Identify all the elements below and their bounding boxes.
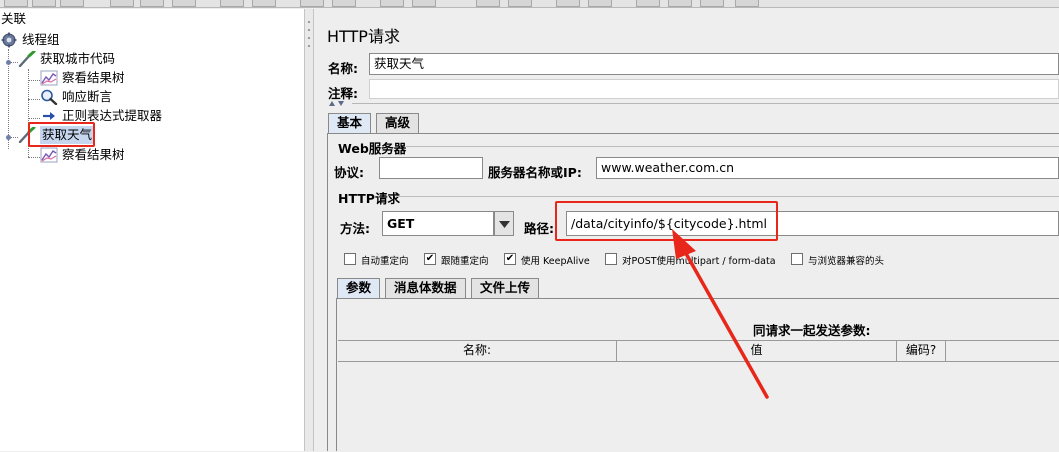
tree-item-label: 线程组 <box>22 32 60 47</box>
toolbar-button[interactable] <box>380 0 404 7</box>
toolbar-button[interactable] <box>588 0 612 7</box>
protocol-field[interactable] <box>379 157 483 179</box>
tree-item-label: 察看结果树 <box>62 147 125 162</box>
auto-redirect-checkbox[interactable] <box>344 253 356 265</box>
follow-redirect-checkbox[interactable]: ✔ <box>424 253 436 265</box>
toolbar-button[interactable] <box>110 0 134 7</box>
toolbar-button[interactable] <box>60 0 84 7</box>
method-dropdown-button[interactable] <box>494 211 514 236</box>
toolbar-button[interactable] <box>412 0 436 7</box>
chevron-down-icon <box>499 221 510 228</box>
toolbar-button[interactable] <box>556 0 580 7</box>
keepalive-checkbox[interactable]: ✔ <box>504 253 516 265</box>
toolbar <box>0 0 1059 8</box>
annotation-arrow-icon <box>672 229 769 399</box>
tree-connector <box>28 80 40 81</box>
section-line <box>406 146 1059 147</box>
splitter-grip <box>308 37 310 39</box>
chart-icon <box>40 147 58 163</box>
panel-title: HTTP请求 <box>327 27 400 46</box>
checkbox-label: 跟随重定向 <box>441 256 489 267</box>
splitter-grip <box>308 29 310 31</box>
name-label: 名称: <box>328 61 358 76</box>
panel-splitter[interactable] <box>304 9 314 451</box>
tab-basic[interactable]: 基本 <box>328 113 372 133</box>
name-field[interactable]: 获取天气 <box>369 53 1059 75</box>
checkbox-label: 自动重定向 <box>361 256 409 267</box>
protocol-label: 协议: <box>334 165 364 180</box>
web-server-section-label: Web服务器 <box>338 141 407 156</box>
tab-parameters[interactable]: 参数 <box>337 278 381 298</box>
checkbox-label: 与浏览器兼容的头 <box>808 256 885 267</box>
toolbar-button[interactable] <box>220 0 244 7</box>
toolbar-button[interactable] <box>252 0 276 7</box>
expand-toggle-icon[interactable] <box>5 134 12 141</box>
column-header-name[interactable]: 名称: <box>338 341 617 361</box>
tree-item-label: 察看结果树 <box>62 70 125 85</box>
toolbar-button[interactable] <box>636 0 660 7</box>
tree-root[interactable]: 关联 <box>0 10 60 28</box>
toolbar-button[interactable] <box>32 0 56 7</box>
pipette-icon <box>18 51 36 67</box>
tree-connector <box>28 157 40 158</box>
tab-body-data[interactable]: 消息体数据 <box>385 278 466 298</box>
tree-item-response-assertion[interactable]: 响应断言 <box>40 88 170 106</box>
chart-icon <box>40 70 58 86</box>
server-label: 服务器名称或IP: <box>488 165 582 180</box>
test-plan-tree: 关联 线程组 获取城市代码 察看结果树 响应断言 正则表达式提取器 获取天气 察… <box>0 9 304 451</box>
expand-toggle-icon[interactable] <box>5 59 12 66</box>
multipart-checkbox[interactable] <box>605 253 617 265</box>
toolbar-button[interactable] <box>172 0 196 7</box>
server-field[interactable]: www.weather.com.cn <box>596 157 1059 179</box>
toolbar-button[interactable] <box>735 0 759 7</box>
tree-item-thread-group[interactable]: 线程组 <box>0 31 120 49</box>
method-label: 方法: <box>340 221 370 236</box>
tree-item-view-results-tree[interactable]: 察看结果树 <box>40 146 170 164</box>
toolbar-button[interactable] <box>140 0 164 7</box>
highlight-box <box>28 122 95 147</box>
collapse-arrows-icon[interactable] <box>328 100 352 107</box>
method-select[interactable]: GET <box>382 211 494 236</box>
tree-item-label: 获取城市代码 <box>40 51 116 66</box>
gear-icon <box>1 32 17 48</box>
tree-root-label: 关联 <box>1 11 27 26</box>
tab-file-upload[interactable]: 文件上传 <box>471 278 540 298</box>
column-header-encode[interactable]: 编码? <box>897 341 946 361</box>
tree-item-get-city-code[interactable]: 获取城市代码 <box>18 50 168 68</box>
browser-headers-checkbox[interactable] <box>791 253 803 265</box>
toolbar-button[interactable] <box>668 0 692 7</box>
comment-field[interactable] <box>369 79 1059 99</box>
column-header-extra[interactable] <box>946 341 1059 361</box>
toolbar-button[interactable] <box>300 0 324 7</box>
path-label: 路径: <box>524 221 554 236</box>
splitter-grip <box>308 21 310 23</box>
magnifier-icon <box>41 89 58 105</box>
toolbar-button[interactable] <box>4 0 28 7</box>
section-line <box>396 196 1059 197</box>
tree-item-view-results-tree[interactable]: 察看结果树 <box>40 69 170 87</box>
toolbar-button[interactable] <box>700 0 724 7</box>
tree-connector <box>28 118 40 119</box>
splitter-grip <box>308 45 310 47</box>
tree-item-label: 响应断言 <box>62 89 113 104</box>
divider <box>352 103 1059 104</box>
toolbar-button[interactable] <box>508 0 532 7</box>
checkbox-label: 使用 KeepAlive <box>521 256 590 267</box>
toolbar-button[interactable] <box>332 0 356 7</box>
tab-advanced[interactable]: 高级 <box>376 113 420 133</box>
toolbar-button[interactable] <box>476 0 500 7</box>
tree-connector <box>28 99 40 100</box>
http-request-section-label: HTTP请求 <box>338 191 400 206</box>
